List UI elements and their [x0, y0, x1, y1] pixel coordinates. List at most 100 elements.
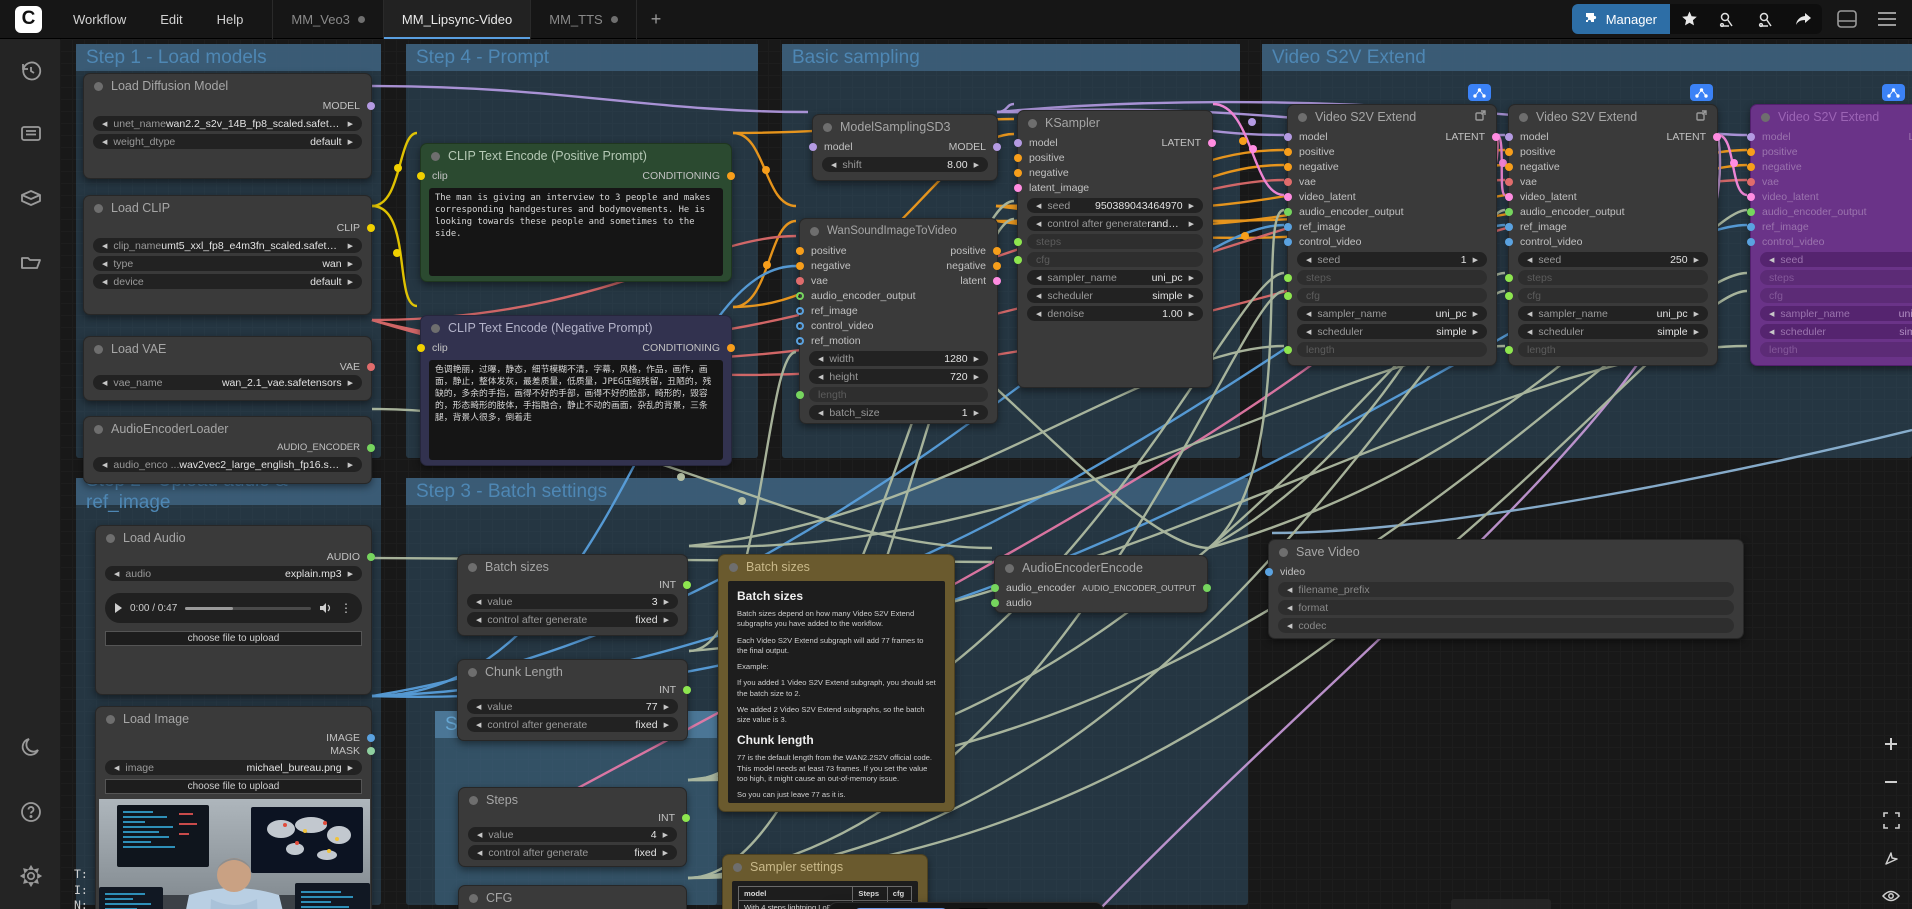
port-model-input[interactable]	[1747, 133, 1755, 141]
port-steps-input[interactable]	[1284, 274, 1292, 282]
share-icon[interactable]	[1784, 4, 1822, 34]
prompt-textarea[interactable]: 色调艳丽，过曝，静态，细节模糊不清，字幕，风格，作品，画作，画面，静止，整体发灰…	[429, 360, 723, 460]
widget-control-after-generate[interactable]: control after generaterandomize	[1027, 216, 1203, 231]
port-clip-input[interactable]	[417, 172, 425, 180]
node-audio-encoder-loader[interactable]: AudioEncoderLoader AUDIO_ENCODER audio_e…	[83, 416, 372, 484]
node-load-vae[interactable]: Load VAE VAE vae_namewan_2.1_vae.safeten…	[83, 336, 372, 401]
port-audio-encoder-output-input[interactable]	[796, 292, 804, 300]
port-image-output[interactable]	[367, 734, 375, 742]
port-length-input[interactable]	[1284, 346, 1292, 354]
widget-cfg-input[interactable]: cfg	[1027, 252, 1203, 267]
tab-mm-lipsync-video[interactable]: MM_Lipsync-Video	[384, 0, 531, 39]
node-model-sampling-sd3[interactable]: ModelSamplingSD3 modelMODEL shift8.00	[812, 114, 998, 181]
subgraph-badge-icon[interactable]	[1690, 84, 1713, 101]
node-video-s2v-extend-3-bypassed[interactable]: Video S2V Extend modelLATENT positive ne…	[1750, 104, 1912, 366]
port-model-input[interactable]	[1284, 133, 1292, 141]
widget-sampler-name[interactable]: sampler_nameuni_pc	[1760, 306, 1912, 321]
open-subgraph-icon[interactable]	[1696, 110, 1707, 124]
node-chunk-length[interactable]: Chunk Length INT value77 control after g…	[457, 659, 688, 741]
comfyui-logo[interactable]: C	[15, 6, 42, 33]
port-audio-encoder-input[interactable]	[991, 584, 999, 592]
port-int-output[interactable]	[683, 581, 691, 589]
node-audio-encoder-encode[interactable]: AudioEncoderEncode audio_encoderAUDIO_EN…	[994, 555, 1208, 613]
node-cfg[interactable]: CFG FLOAT value1.0	[458, 885, 687, 909]
collapse-dot[interactable]	[431, 324, 440, 333]
node-video-s2v-extend-2[interactable]: Video S2V Extend modelLATENT positive ne…	[1508, 104, 1718, 366]
port-ref-image-input[interactable]	[1747, 223, 1755, 231]
help-icon[interactable]	[18, 799, 44, 825]
node-video-s2v-extend-1[interactable]: Video S2V Extend modelLATENT positive ne…	[1287, 104, 1497, 366]
port-ref-motion-input[interactable]	[796, 337, 804, 345]
zoom-out-icon[interactable]	[1880, 771, 1902, 793]
widget-shift[interactable]: shift8.00	[822, 157, 988, 172]
collapse-dot[interactable]	[431, 152, 440, 161]
node-save-video[interactable]: Save Video video ◀filename_prefix ◀forma…	[1268, 539, 1744, 639]
cleaner-icon[interactable]	[1708, 4, 1746, 34]
port-latent-output[interactable]	[1492, 133, 1500, 141]
port-audio-encoder-output-input[interactable]	[1747, 208, 1755, 216]
subgraph-badge-icon[interactable]	[1882, 84, 1905, 101]
port-ref-image-input[interactable]	[1284, 223, 1292, 231]
port-latent-image-input[interactable]	[1014, 184, 1022, 192]
group-step1-header[interactable]: Step 1 - Load models	[76, 44, 381, 71]
port-negative-output[interactable]	[993, 262, 1001, 270]
port-latent-output[interactable]	[1713, 133, 1721, 141]
widget-width[interactable]: width1280	[809, 351, 988, 366]
collapse-dot[interactable]	[106, 715, 115, 724]
widget-steps-input[interactable]: steps	[1760, 270, 1912, 285]
port-positive-output[interactable]	[993, 247, 1001, 255]
widget-sampler-name[interactable]: sampler_nameuni_pc	[1027, 270, 1203, 285]
node-load-diffusion-model[interactable]: Load Diffusion Model MODEL unet_namewan2…	[83, 73, 372, 179]
group-step3-header[interactable]: Step 3 - Batch settings	[406, 478, 1248, 505]
port-negative-input[interactable]	[796, 262, 804, 270]
widget-control-after-generate[interactable]: control after generatefixed	[467, 717, 678, 732]
widget-seed[interactable]: seed950389043464970	[1027, 198, 1203, 213]
port-cfg-input[interactable]	[1284, 292, 1292, 300]
note-batch-sizes[interactable]: Batch sizes Batch sizes Batch sizes depe…	[718, 554, 955, 812]
port-ref-image-input[interactable]	[796, 307, 804, 315]
port-clip-output[interactable]	[367, 224, 375, 232]
widget-audio-encoder-name[interactable]: audio_enco ...wav2vec2_large_english_fp1…	[93, 457, 362, 472]
widget-image-file[interactable]: imagemichael_bureau.png	[105, 760, 362, 775]
port-negative-input[interactable]	[1014, 169, 1022, 177]
widget-steps-input[interactable]: steps	[1518, 270, 1708, 285]
widget-clip-name[interactable]: clip_nameumt5_xxl_fp8_e4m3fn_scaled.safe…	[93, 238, 362, 253]
widget-weight-dtype[interactable]: weight_dtypedefault	[93, 134, 362, 149]
port-model-input[interactable]	[809, 143, 817, 151]
widget-cfg-input[interactable]: cfg	[1518, 288, 1708, 303]
widget-batch-size[interactable]: batch_size1	[809, 405, 988, 420]
theme-toggle-icon[interactable]	[18, 735, 44, 761]
collapse-dot[interactable]	[468, 563, 477, 572]
collapse-dot[interactable]	[810, 227, 819, 236]
port-negative-input[interactable]	[1747, 163, 1755, 171]
collapse-dot[interactable]	[1028, 119, 1037, 128]
port-positive-input[interactable]	[1505, 148, 1513, 156]
widget-value[interactable]: value3	[467, 594, 678, 609]
node-load-clip[interactable]: Load CLIP CLIP clip_nameumt5_xxl_fp8_e4m…	[83, 195, 372, 315]
port-control-video-input[interactable]	[1284, 238, 1292, 246]
collapse-dot[interactable]	[469, 894, 478, 903]
widget-control-after-generate[interactable]: control after generatefixed	[468, 845, 677, 860]
widget-seed[interactable]: seed1	[1297, 252, 1487, 267]
collapse-dot[interactable]	[94, 425, 103, 434]
port-model-input[interactable]	[1505, 133, 1513, 141]
widget-sampler-name[interactable]: sampler_nameuni_pc	[1518, 306, 1708, 321]
node-clip-text-encode-positive[interactable]: CLIP Text Encode (Positive Prompt) clipC…	[420, 143, 732, 282]
widget-value[interactable]: value77	[467, 699, 678, 714]
widget-scheduler[interactable]: schedulersimple	[1297, 324, 1487, 339]
note-sampler-settings[interactable]: Sampler settings model Steps cfg With 4 …	[722, 854, 928, 909]
open-subgraph-icon[interactable]	[1475, 110, 1486, 124]
cleaner2-icon[interactable]	[1746, 4, 1784, 34]
graph-canvas[interactable]: Step 1 - Load models Step 4 - Prompt Bas…	[0, 39, 1912, 909]
port-positive-input[interactable]	[1747, 148, 1755, 156]
toggle-link-visibility-icon[interactable]	[1880, 885, 1902, 907]
collapse-dot[interactable]	[1279, 548, 1288, 557]
widget-length-input[interactable]: length	[1518, 342, 1708, 357]
port-vae-input[interactable]	[1747, 178, 1755, 186]
port-ref-image-input[interactable]	[1505, 223, 1513, 231]
collapse-dot[interactable]	[94, 82, 103, 91]
audio-progress-bar[interactable]	[185, 607, 311, 610]
port-int-output[interactable]	[682, 814, 690, 822]
widget-height[interactable]: height720	[809, 369, 988, 384]
manager-button[interactable]: Manager	[1572, 4, 1670, 34]
